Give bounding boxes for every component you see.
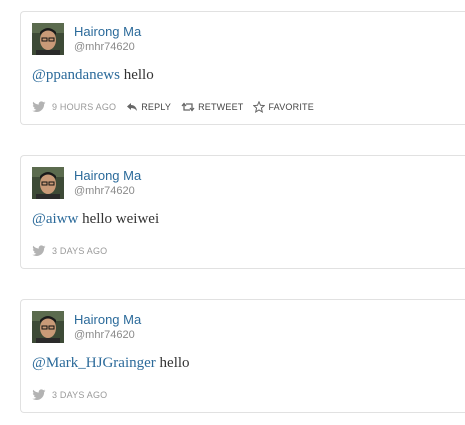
tweet-timestamp[interactable]: 9 HOURS AGO bbox=[52, 102, 116, 112]
avatar[interactable] bbox=[32, 23, 64, 55]
favorite-button[interactable]: FAVORITE bbox=[253, 101, 314, 113]
tweet-card: Hairong Ma @mhr74620 @ppandanews hello 9… bbox=[20, 11, 465, 125]
tweet-text: @Mark_HJGrainger hello bbox=[32, 355, 190, 372]
reply-label: REPLY bbox=[141, 102, 172, 112]
tweet-card: Hairong Ma @mhr74620 @aiww hello weiwei … bbox=[20, 155, 465, 269]
mention-link[interactable]: @ppandanews bbox=[32, 67, 120, 83]
tweet-timestamp[interactable]: 3 DAYS AGO bbox=[52, 246, 107, 256]
author-name[interactable]: Hairong Ma bbox=[74, 24, 141, 39]
bird-icon bbox=[32, 389, 46, 400]
retweet-label: RETWEET bbox=[198, 102, 244, 112]
avatar[interactable] bbox=[32, 167, 64, 199]
mention-link[interactable]: @Mark_HJGrainger bbox=[32, 355, 156, 371]
author-handle[interactable]: @mhr74620 bbox=[74, 329, 135, 341]
reply-icon bbox=[127, 103, 138, 111]
tweet-body: hello bbox=[119, 67, 154, 83]
tweet-actions: 3 DAYS AGO bbox=[32, 388, 117, 402]
tweet-timestamp[interactable]: 3 DAYS AGO bbox=[52, 390, 107, 400]
reply-button[interactable]: REPLY bbox=[126, 102, 171, 112]
author-handle[interactable]: @mhr74620 bbox=[74, 41, 135, 53]
bird-icon bbox=[32, 101, 46, 112]
tweet-text: @aiww hello weiwei bbox=[32, 211, 159, 228]
tweet-body: hello weiwei bbox=[78, 211, 160, 227]
bird-icon bbox=[32, 245, 46, 256]
tweet-text: @ppandanews hello bbox=[32, 67, 154, 84]
avatar[interactable] bbox=[32, 311, 64, 343]
favorite-label: FAVORITE bbox=[268, 102, 314, 112]
retweet-button[interactable]: RETWEET bbox=[181, 102, 243, 112]
author-name[interactable]: Hairong Ma bbox=[74, 312, 141, 327]
author-name[interactable]: Hairong Ma bbox=[74, 168, 141, 183]
mention-link[interactable]: @aiww bbox=[32, 211, 78, 227]
tweet-body: hello bbox=[155, 355, 190, 371]
star-icon bbox=[253, 101, 266, 113]
tweet-card: Hairong Ma @mhr74620 @Mark_HJGrainger he… bbox=[20, 299, 465, 413]
retweet-icon bbox=[181, 102, 195, 112]
author-handle[interactable]: @mhr74620 bbox=[74, 185, 135, 197]
tweet-actions: 3 DAYS AGO bbox=[32, 244, 117, 258]
tweet-actions: 9 HOURS AGO REPLY RETWEET FAVORITE bbox=[32, 100, 324, 114]
